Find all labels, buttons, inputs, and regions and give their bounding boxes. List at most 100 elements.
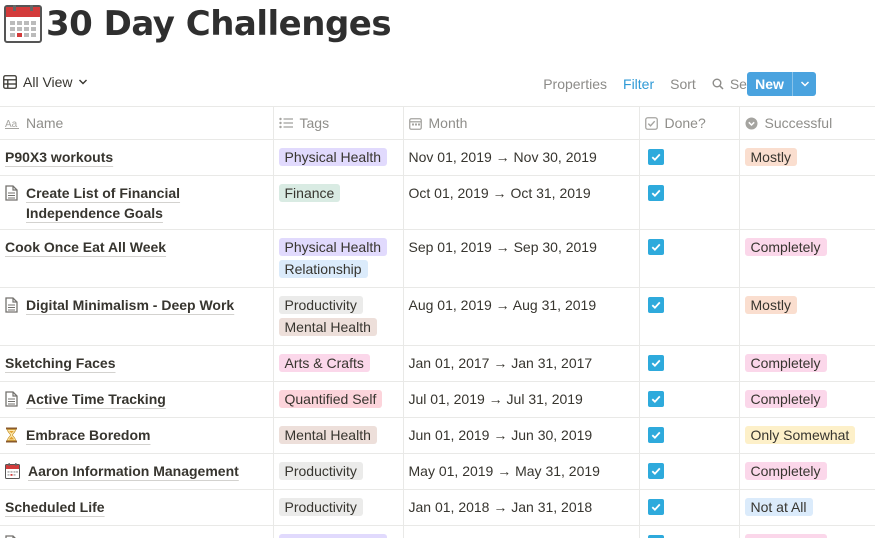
cell-done[interactable] (639, 139, 740, 176)
row-title[interactable]: Active Time Tracking (26, 389, 166, 409)
cell-month[interactable]: Oct 01, 2019 → Oct 31, 2019 (403, 175, 640, 230)
table-row[interactable]: Create List of Financial Independence Go… (0, 175, 875, 230)
cell-month[interactable]: May 01, 2019 → May 31, 2019 (403, 453, 640, 490)
cell-tags[interactable]: Physical Health (273, 525, 404, 538)
cell-tags[interactable]: Productivity Mental Health (273, 287, 404, 346)
cell-done[interactable] (639, 287, 740, 346)
table-header-row: Aa Name Tags Month Done? Successful (0, 106, 875, 140)
properties-button[interactable]: Properties (543, 76, 607, 92)
table-row[interactable]: Cook Once Eat All Week Physical Health Rel… (0, 229, 875, 288)
done-checkbox[interactable] (647, 499, 664, 515)
done-checkbox[interactable] (647, 239, 664, 255)
cell-done[interactable] (639, 229, 740, 288)
done-checkbox[interactable] (647, 463, 664, 479)
done-checkbox[interactable] (647, 355, 664, 371)
filter-button[interactable]: Filter (623, 76, 654, 92)
row-title[interactable]: Digital Minimalism - Deep Work (26, 295, 234, 315)
cell-month[interactable]: Jan 01, 2017 → Jan 31, 2017 (403, 345, 640, 382)
cell-successful[interactable] (739, 175, 875, 230)
cell-successful[interactable]: Only Somewhat (739, 417, 875, 454)
status-badge: Completely (744, 462, 827, 480)
cell-name[interactable]: Whole30 (0, 525, 274, 538)
column-header-name[interactable]: Aa Name (0, 106, 274, 140)
cell-name[interactable]: Create List of Financial Independence Go… (0, 175, 274, 230)
column-header-month[interactable]: Month (403, 106, 640, 140)
cell-month[interactable]: Jan 01, 2018 → Jan 31, 2018 (403, 489, 640, 526)
cell-tags[interactable]: Physical Health Relationship (273, 229, 404, 288)
table-row[interactable]: Aaron Information Management Productivity… (0, 453, 875, 490)
cell-done[interactable] (639, 453, 740, 490)
cell-tags[interactable]: Productivity (273, 489, 404, 526)
cell-tags[interactable]: Quantified Self (273, 381, 404, 418)
row-title[interactable]: Embrace Boredom (26, 425, 150, 445)
cell-name[interactable]: Embrace Boredom (0, 417, 274, 454)
row-title[interactable]: Cook Once Eat All Week (5, 237, 166, 257)
cell-name[interactable]: Sketching Faces (0, 345, 274, 382)
tag-pill: Productivity (278, 498, 363, 516)
cell-month[interactable]: Jun 01, 2019 → Jun 30, 2019 (403, 417, 640, 454)
column-label: Successful (764, 115, 833, 131)
row-title[interactable]: Create List of Financial Independence Go… (26, 183, 268, 223)
sort-button[interactable]: Sort (670, 76, 696, 92)
cell-done[interactable] (639, 489, 740, 526)
view-selector[interactable]: All View (3, 74, 88, 90)
table-row[interactable]: Active Time Tracking Quantified Self Jul 0… (0, 381, 875, 418)
cell-tags[interactable]: Physical Health (273, 139, 404, 176)
cell-done[interactable] (639, 345, 740, 382)
cell-successful[interactable]: Completely (739, 229, 875, 288)
cell-tags[interactable]: Arts & Crafts (273, 345, 404, 382)
cell-done[interactable] (639, 175, 740, 230)
done-checkbox[interactable] (647, 297, 664, 313)
cell-successful[interactable]: Completely (739, 525, 875, 538)
cell-successful[interactable]: Not at All (739, 489, 875, 526)
cell-done[interactable] (639, 417, 740, 454)
database-table: Aa Name Tags Month Done? Successful P90X… (0, 106, 875, 538)
column-header-successful[interactable]: Successful (739, 106, 875, 140)
column-header-done[interactable]: Done? (639, 106, 740, 140)
cell-name[interactable]: Scheduled Life (0, 489, 274, 526)
cell-successful[interactable]: Completely (739, 453, 875, 490)
cell-successful[interactable]: Completely (739, 345, 875, 382)
done-checkbox[interactable] (647, 427, 664, 443)
cell-month[interactable]: Nov 01, 2019 → Nov 30, 2019 (403, 139, 640, 176)
cell-tags[interactable]: Productivity (273, 453, 404, 490)
column-header-tags[interactable]: Tags (273, 106, 404, 140)
cell-successful[interactable]: Completely (739, 381, 875, 418)
row-title[interactable]: Aaron Information Management (28, 461, 239, 481)
table-row[interactable]: Sketching Faces Arts & Crafts Jan 01, 2017… (0, 345, 875, 382)
tag-pill: Mental Health (278, 318, 377, 336)
cell-tags[interactable]: Mental Health (273, 417, 404, 454)
cell-month[interactable]: Aug 01, 2019 → Aug 31, 2019 (403, 287, 640, 346)
row-title[interactable]: P90X3 workouts (5, 147, 113, 167)
row-title[interactable]: Whole30 (26, 533, 84, 538)
table-row[interactable]: Whole30 Physical Health Mar 16, 2019 → Apr… (0, 525, 875, 538)
new-dropdown-button[interactable] (793, 72, 816, 96)
cell-successful[interactable]: Mostly (739, 139, 875, 176)
done-checkbox[interactable] (647, 149, 664, 165)
new-button[interactable]: New (747, 72, 816, 96)
cell-name[interactable]: P90X3 workouts (0, 139, 274, 176)
cell-name[interactable]: Cook Once Eat All Week (0, 229, 274, 288)
cell-name[interactable]: Digital Minimalism - Deep Work (0, 287, 274, 346)
cell-name[interactable]: Active Time Tracking (0, 381, 274, 418)
cell-month[interactable]: Sep 01, 2019 → Sep 30, 2019 (403, 229, 640, 288)
column-label: Name (26, 115, 64, 131)
done-checkbox[interactable] (647, 185, 664, 201)
table-row[interactable]: P90X3 workouts Physical Health Nov 01, 201… (0, 139, 875, 176)
cell-tags[interactable]: Finance (273, 175, 404, 230)
cell-done[interactable] (639, 381, 740, 418)
cell-month[interactable]: Mar 16, 2019 → Apr 14, 2019 (403, 525, 640, 538)
row-title[interactable]: Sketching Faces (5, 353, 116, 373)
cell-done[interactable] (639, 525, 740, 538)
hourglass-icon (6, 427, 17, 443)
cell-successful[interactable]: Mostly (739, 287, 875, 346)
cell-name[interactable]: Aaron Information Management (0, 453, 274, 490)
search-icon (712, 78, 724, 90)
cell-month[interactable]: Jul 01, 2019 → Jul 31, 2019 (403, 381, 640, 418)
table-row[interactable]: Digital Minimalism - Deep Work Productivi… (0, 287, 875, 346)
done-checkbox[interactable] (647, 391, 664, 407)
status-badge: Only Somewhat (744, 426, 856, 444)
table-row[interactable]: Scheduled Life Productivity Jan 01, 2018 →… (0, 489, 875, 526)
table-row[interactable]: Embrace Boredom Mental Health Jun 01, 2019… (0, 417, 875, 454)
row-title[interactable]: Scheduled Life (5, 497, 105, 517)
